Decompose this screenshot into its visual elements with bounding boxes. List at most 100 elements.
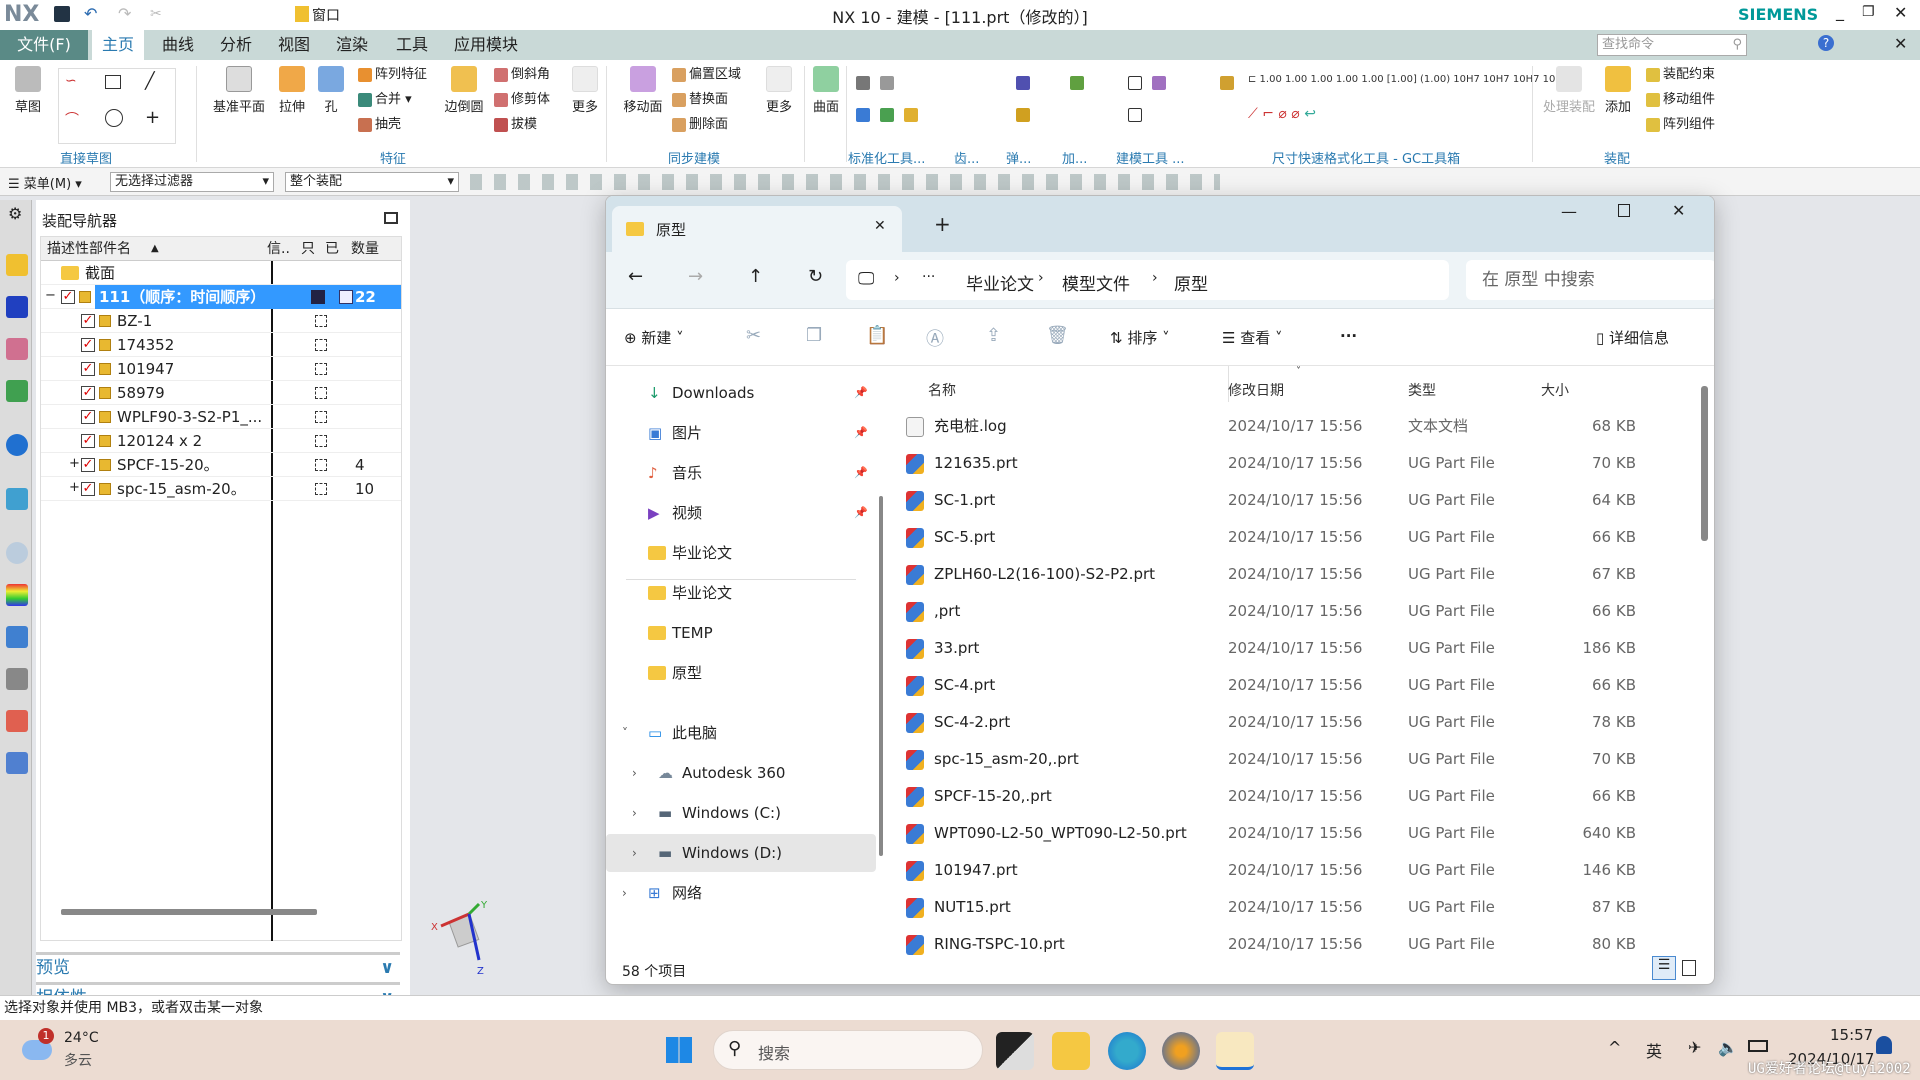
close-button[interactable]: ✕ (1672, 201, 1685, 220)
nx-taskbar-icon[interactable] (1162, 1032, 1200, 1070)
note-icon[interactable] (1128, 108, 1142, 122)
point-icon[interactable]: + (145, 107, 160, 128)
chevron-right-icon[interactable]: › (632, 794, 637, 832)
delete-icon[interactable]: 🗑 (1046, 325, 1069, 346)
share-icon[interactable]: ⇪ (986, 325, 1001, 346)
tab-applications[interactable]: 应用模块 (444, 30, 528, 60)
file-row[interactable]: ,prt 2024/10/17 15:56 UG Part File 66 KB (886, 593, 1696, 630)
pin-icon[interactable]: 📌 (854, 374, 868, 412)
tab-file[interactable]: 文件(F) (0, 30, 88, 60)
file-explorer-taskbar-icon[interactable] (1052, 1032, 1090, 1070)
weather-desc[interactable]: 多云 (64, 1050, 92, 1070)
column-header-date[interactable]: 修改日期 (1228, 380, 1284, 400)
breadcrumb-model-files[interactable]: 模型文件 (1062, 270, 1130, 295)
standard-tool-icon[interactable] (880, 108, 894, 122)
visibility-checkbox[interactable]: ✓ (61, 290, 75, 304)
process-studio-icon[interactable] (6, 668, 28, 690)
notification-bell-icon[interactable] (1876, 1036, 1892, 1054)
group-label-assembly[interactable]: 装配 (1604, 148, 1630, 167)
tab-prototype[interactable]: 原型 ✕ (612, 206, 902, 252)
group-label-modeling-tools[interactable]: 建模工具 ... (1116, 148, 1185, 167)
history-icon[interactable] (6, 542, 28, 564)
table-icon[interactable] (1152, 76, 1166, 90)
visibility-checkbox[interactable]: ✓ (81, 458, 95, 472)
column-header-type[interactable]: 类型 (1408, 380, 1436, 400)
battery-icon[interactable] (1748, 1040, 1768, 1052)
tab-tools[interactable]: 工具 (386, 30, 438, 60)
navigator-row[interactable]: ✓ 120124 x 2 (41, 429, 401, 453)
command-search-input[interactable]: 查找命令 ⚲ (1597, 34, 1747, 56)
hole-button[interactable]: 孔 (316, 66, 346, 115)
column-header-modified[interactable]: 已 (325, 237, 339, 261)
sketch-button[interactable]: 草图 (8, 66, 48, 115)
show-hidden-icons-button[interactable]: ^ (1608, 1038, 1621, 1057)
group-label-add[interactable]: 加... (1062, 148, 1087, 167)
refresh-button[interactable]: ↻ (808, 266, 823, 287)
feature-more-button[interactable]: 更多 (570, 66, 600, 115)
info-icon[interactable] (6, 434, 28, 456)
pin-icon[interactable]: 📌 (854, 454, 868, 492)
rename-icon[interactable]: Ⓐ (926, 325, 944, 351)
menu-button[interactable]: ☰ 菜单(M) ▾ (8, 173, 82, 192)
edge-blend-button[interactable]: 边倒圆 (442, 66, 486, 115)
weather-temp[interactable]: 24°C (64, 1030, 99, 1046)
column-header-name[interactable]: 描述性部件名 (47, 237, 131, 261)
view-button[interactable]: ☰ 查看 ˅ (1222, 327, 1283, 348)
tab-home[interactable]: 主页 (92, 30, 145, 61)
circle-icon[interactable] (105, 109, 123, 127)
navigator-row[interactable]: + ✓ spc-15_asm-20。 10 (41, 477, 401, 501)
settings-icon[interactable]: ⚙ (8, 204, 22, 223)
visibility-checkbox[interactable]: ✓ (81, 434, 95, 448)
unite-button[interactable]: 合并 ▾ (358, 89, 412, 111)
sync-more-button[interactable]: 更多 (764, 66, 794, 115)
file-row[interactable]: NUT15.prt 2024/10/17 15:56 UG Part File 87 … (886, 889, 1696, 926)
extrude-button[interactable]: 拉伸 (274, 66, 310, 115)
line-icon[interactable]: ╱ (145, 71, 155, 90)
delete-face-button[interactable]: 删除面 (672, 114, 728, 136)
column-header-info[interactable]: 信.. (267, 237, 290, 261)
column-header-readonly[interactable]: 只 (301, 237, 315, 261)
pattern-component-button[interactable]: 阵列组件 (1646, 114, 1715, 136)
address-bar[interactable]: 🖵 › ··· 毕业论文 › 模型文件 › 原型 (846, 260, 1449, 300)
group-label-gc-toolbox[interactable]: 尺寸快速格式化工具 - GC工具箱 (1272, 148, 1460, 167)
visibility-checkbox[interactable]: ✓ (81, 410, 95, 424)
visibility-checkbox[interactable]: ✓ (81, 386, 95, 400)
visibility-checkbox[interactable]: ✓ (81, 362, 95, 376)
column-header-size[interactable]: 大小 (1541, 380, 1569, 400)
help-icon[interactable]: ? (1818, 35, 1834, 51)
breadcrumb-prototype[interactable]: 原型 (1174, 270, 1208, 295)
copy-icon[interactable]: ❐ (806, 325, 822, 346)
part-navigator-icon[interactable] (6, 338, 28, 360)
tab-view[interactable]: 视图 (268, 30, 320, 60)
column-header-quantity[interactable]: 数量 (351, 237, 379, 261)
task-view-icon[interactable] (996, 1032, 1034, 1070)
preview-section[interactable]: 预览 ∨ (36, 952, 400, 980)
chevron-right-icon[interactable]: › (632, 754, 637, 792)
web-browser-icon[interactable] (6, 488, 28, 510)
spring-icon[interactable] (1016, 108, 1030, 122)
assembly-constraint-button[interactable]: 装配约束 (1646, 64, 1715, 86)
roles-icon[interactable] (6, 710, 28, 732)
file-row[interactable]: WPT090-L2-50_WPT090-L2-50.prt 2024/10/17 … (886, 815, 1696, 852)
undo-icon[interactable]: ↶ (84, 4, 97, 23)
nav-item[interactable]: › ▬ Windows (C:) (606, 794, 876, 832)
nav-item[interactable]: › ⊞ 网络 (606, 874, 876, 912)
file-row[interactable]: 充电桩.log 2024/10/17 15:56 文本文档 68 KB (886, 408, 1696, 445)
column-header-name[interactable]: 名称 (928, 380, 956, 400)
file-row[interactable]: SPCF-15-20,.prt 2024/10/17 15:56 UG Part F… (886, 778, 1696, 815)
standard-tool-icon[interactable] (880, 76, 894, 90)
add-component-button[interactable]: 添加 (1600, 66, 1636, 115)
nav-item[interactable]: ♪ 音乐 📌 (606, 454, 876, 492)
standard-tool-icon[interactable] (904, 108, 918, 122)
standard-tool-icon[interactable] (856, 76, 870, 90)
expand-icon[interactable]: + (69, 476, 80, 500)
nav-item[interactable]: 原型 (606, 654, 876, 692)
navigator-row[interactable]: − ✓ 111（顺序：时间顺序） 22 (41, 285, 401, 309)
navigator-row[interactable]: + ✓ SPCF-15-20。 4 (41, 453, 401, 477)
visibility-checkbox[interactable]: ✓ (81, 482, 95, 496)
horizontal-scrollbar[interactable] (61, 909, 317, 915)
maximize-panel-icon[interactable] (384, 212, 398, 224)
spring-icon[interactable] (1016, 76, 1030, 90)
nav-item[interactable]: ↓ Downloads 📌 (606, 374, 876, 412)
more-options-button[interactable]: ··· (1340, 327, 1357, 345)
